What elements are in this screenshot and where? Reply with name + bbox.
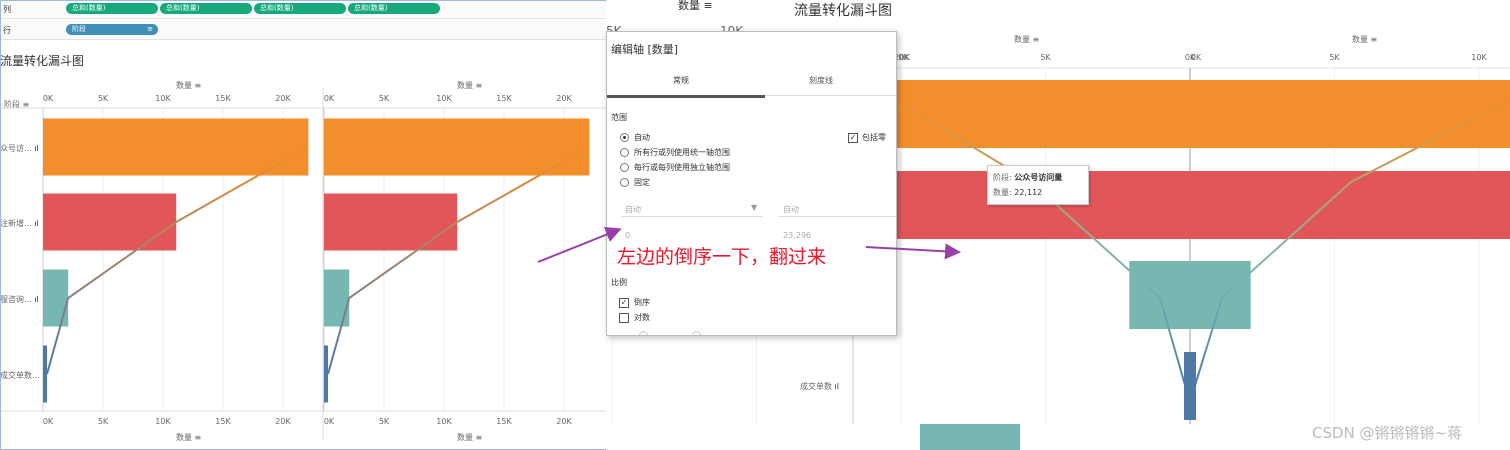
annotation-text: 左边的倒序一下，翻过来 — [617, 246, 827, 268]
watermark: CSDN @锵锵锵锵~蒋 — [1312, 424, 1463, 442]
annotation-arrow-right — [865, 243, 961, 260]
annotation-arrow-left — [537, 227, 622, 263]
annotation-arrows — [537, 227, 961, 263]
